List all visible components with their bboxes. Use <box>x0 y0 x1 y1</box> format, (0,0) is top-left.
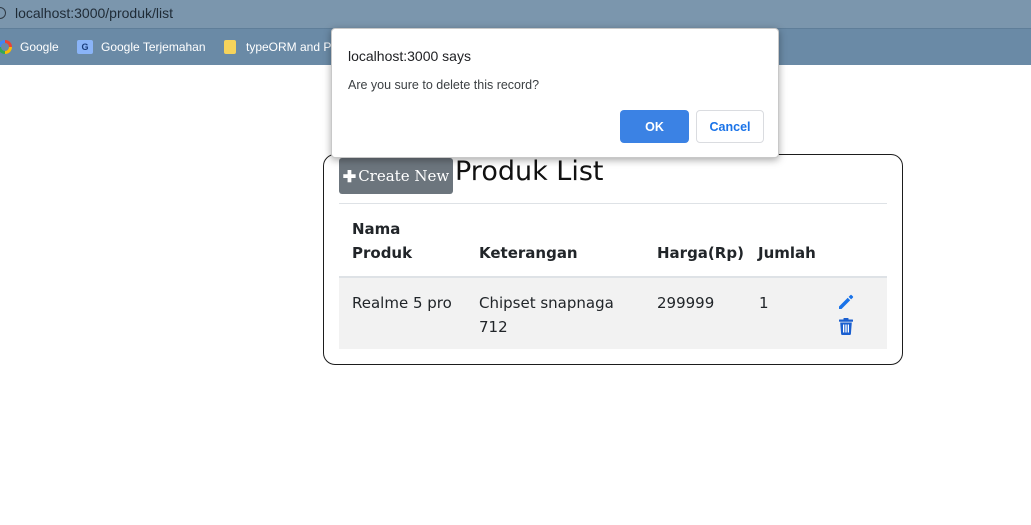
trash-icon[interactable] <box>836 316 856 336</box>
divider <box>339 203 887 204</box>
url-text[interactable]: localhost:3000/produk/list <box>15 5 173 21</box>
bookmark-label: Google <box>20 40 59 54</box>
plus-icon: ✚ <box>342 166 357 186</box>
dialog-title: localhost:3000 says <box>348 48 471 64</box>
ok-button[interactable]: OK <box>620 110 689 143</box>
google-translate-icon: G <box>77 40 93 54</box>
bookmark-label: Google Terjemahan <box>101 40 206 54</box>
column-header-harga: Harga(Rp) <box>657 244 744 262</box>
confirm-dialog: localhost:3000 says Are you sure to dele… <box>331 28 779 158</box>
google-icon <box>0 40 12 54</box>
create-new-button[interactable]: ✚ Create New <box>339 158 453 194</box>
bookmark-google[interactable]: Google <box>0 38 59 56</box>
bookmark-label: typeORM and Pi <box>246 40 335 54</box>
cell-nama: Realme 5 pro <box>352 294 452 312</box>
cell-jumlah: 1 <box>759 294 769 312</box>
page-title: Produk List <box>455 156 604 187</box>
cancel-button[interactable]: Cancel <box>696 110 764 143</box>
bookmark-typeorm[interactable]: typeORM and Pi <box>224 38 334 56</box>
bookmark-google-translate[interactable]: G Google Terjemahan <box>77 38 206 56</box>
address-bar[interactable]: localhost:3000/produk/list <box>0 0 1031 28</box>
column-header-jumlah: Jumlah <box>758 244 816 262</box>
dialog-message: Are you sure to delete this record? <box>348 78 540 92</box>
cell-keterangan: Chipset snapnaga 712 <box>479 294 614 336</box>
cell-harga: 299999 <box>657 294 715 312</box>
create-new-label: Create New <box>358 167 450 185</box>
folder-icon <box>224 40 236 54</box>
column-header-keterangan: Keterangan <box>479 244 578 262</box>
pencil-icon[interactable] <box>836 292 856 312</box>
column-header-nama-produk: Nama Produk <box>352 220 413 262</box>
info-icon[interactable] <box>0 7 6 19</box>
